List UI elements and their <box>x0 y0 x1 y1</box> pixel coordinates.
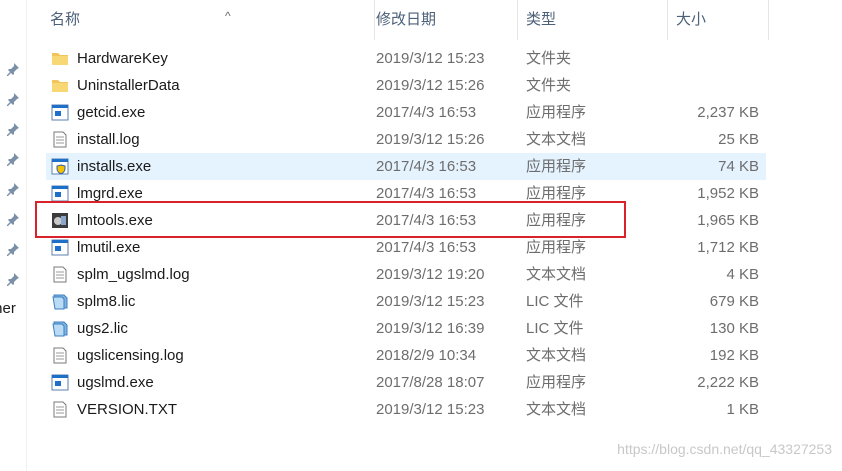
column-header-modified-label: 修改日期 <box>376 11 437 28</box>
pin-icon[interactable] <box>6 152 20 166</box>
file-name: install.log <box>77 131 140 148</box>
text-file-icon <box>51 401 69 418</box>
file-type: 文件夹 <box>526 77 572 94</box>
column-header-row: 名称 ^ 修改日期 类型 大小 <box>26 0 842 40</box>
file-row[interactable]: UninstallerData 2019/3/12 15:26 文件夹 <box>46 72 766 99</box>
file-date-modified: 2019/3/12 15:23 <box>376 401 485 418</box>
column-header-size[interactable]: 大小 <box>676 0 769 40</box>
file-type: 文件夹 <box>526 50 572 67</box>
text-file-icon <box>51 347 69 364</box>
file-date-modified: 2017/4/3 16:53 <box>376 158 477 175</box>
file-date-modified: 2019/3/12 15:23 <box>376 293 485 310</box>
file-date-modified: 2017/4/3 16:53 <box>376 104 477 121</box>
file-name: ugslmd.exe <box>77 374 154 391</box>
pin-icon[interactable] <box>6 182 20 196</box>
file-row[interactable]: getcid.exe 2017/4/3 16:53 应用程序 2,237 KB <box>46 99 766 126</box>
file-date-modified: 2018/2/9 10:34 <box>376 347 477 364</box>
file-type: 应用程序 <box>526 239 587 256</box>
file-size: 1,965 KB <box>697 212 759 229</box>
file-explorer: ther 名称 ^ 修改日期 类型 大小 HardwareKey 2019/3/1… <box>0 0 842 471</box>
column-header-name[interactable]: 名称 ^ <box>50 0 375 40</box>
file-row[interactable]: ugs2.lic 2019/3/12 16:39 LIC 文件 130 KB <box>46 315 766 342</box>
file-name: splm8.lic <box>77 293 136 310</box>
file-name: ugs2.lic <box>77 320 128 337</box>
file-row[interactable]: ugslmd.exe 2017/8/28 18:07 应用程序 2,222 KB <box>46 369 766 396</box>
file-date-modified: 2019/3/12 16:39 <box>376 320 485 337</box>
file-row[interactable]: installs.exe 2017/4/3 16:53 应用程序 74 KB <box>46 153 766 180</box>
lic-file-icon <box>51 293 69 310</box>
column-header-type[interactable]: 类型 <box>526 0 668 40</box>
file-name: HardwareKey <box>77 50 168 67</box>
pin-icon[interactable] <box>6 212 20 226</box>
file-name: splm_ugslmd.log <box>77 266 190 283</box>
file-row[interactable]: splm_ugslmd.log 2019/3/12 19:20 文本文档 4 KB <box>46 261 766 288</box>
annotation-highlight-box <box>35 201 626 238</box>
file-row[interactable]: splm8.lic 2019/3/12 15:23 LIC 文件 679 KB <box>46 288 766 315</box>
file-name: installs.exe <box>77 158 152 175</box>
file-size: 1 KB <box>726 401 759 418</box>
file-type: LIC 文件 <box>526 320 584 337</box>
exe-icon <box>51 374 69 391</box>
sort-ascending-icon: ^ <box>225 9 231 23</box>
file-row[interactable]: ugslicensing.log 2018/2/9 10:34 文本文档 192 KB <box>46 342 766 369</box>
file-row[interactable]: HardwareKey 2019/3/12 15:23 文件夹 <box>46 45 766 72</box>
shield-exe-icon <box>51 158 69 175</box>
column-header-name-label: 名称 <box>50 11 81 28</box>
file-size: 4 KB <box>726 266 759 283</box>
file-size: 679 KB <box>709 293 759 310</box>
file-row[interactable]: install.log 2019/3/12 15:26 文本文档 25 KB <box>46 126 766 153</box>
file-type: 文本文档 <box>526 131 587 148</box>
file-row[interactable]: lmutil.exe 2017/4/3 16:53 应用程序 1,712 KB <box>46 234 766 261</box>
file-date-modified: 2017/8/28 18:07 <box>376 374 485 391</box>
file-type: 文本文档 <box>526 401 587 418</box>
navigation-pane <box>0 0 27 471</box>
file-size: 25 KB <box>718 131 759 148</box>
file-name: UninstallerData <box>77 77 180 94</box>
file-type: 应用程序 <box>526 374 587 391</box>
pin-icon[interactable] <box>6 62 20 76</box>
text-file-icon <box>51 266 69 283</box>
file-date-modified: 2019/3/12 15:26 <box>376 77 485 94</box>
file-name: ugslicensing.log <box>77 347 184 364</box>
exe-icon <box>51 239 69 256</box>
nav-item-truncated[interactable]: ther <box>0 300 16 317</box>
file-type: 文本文档 <box>526 266 587 283</box>
file-name: VERSION.TXT <box>77 401 178 418</box>
column-header-type-label: 类型 <box>526 11 557 28</box>
exe-icon <box>51 104 69 121</box>
folder-icon <box>51 50 69 67</box>
watermark: https://blog.csdn.net/qq_43327253 <box>617 441 832 457</box>
file-date-modified: 2019/3/12 15:23 <box>376 50 485 67</box>
file-size: 1,952 KB <box>697 185 759 202</box>
file-size: 130 KB <box>709 320 759 337</box>
pin-icon[interactable] <box>6 92 20 106</box>
file-size: 2,237 KB <box>697 104 759 121</box>
file-type: LIC 文件 <box>526 293 584 310</box>
pin-icon[interactable] <box>6 272 20 286</box>
file-size: 2,222 KB <box>697 374 759 391</box>
file-date-modified: 2017/4/3 16:53 <box>376 239 477 256</box>
file-date-modified: 2019/3/12 15:26 <box>376 131 485 148</box>
file-size: 1,712 KB <box>697 239 759 256</box>
lic-file-icon <box>51 320 69 337</box>
file-row[interactable]: VERSION.TXT 2019/3/12 15:23 文本文档 1 KB <box>46 396 766 423</box>
folder-icon <box>51 77 69 94</box>
file-name: lmutil.exe <box>77 239 141 256</box>
file-type: 应用程序 <box>526 104 587 121</box>
file-type: 文本文档 <box>526 347 587 364</box>
file-type: 应用程序 <box>526 158 587 175</box>
column-header-modified[interactable]: 修改日期 <box>376 0 518 40</box>
pin-icon[interactable] <box>6 242 20 256</box>
file-name: getcid.exe <box>77 104 146 121</box>
column-header-size-label: 大小 <box>676 11 707 28</box>
file-size: 192 KB <box>709 347 759 364</box>
pin-icon[interactable] <box>6 122 20 136</box>
file-date-modified: 2019/3/12 19:20 <box>376 266 485 283</box>
text-file-icon <box>51 131 69 148</box>
exe-icon <box>51 185 69 202</box>
file-size: 74 KB <box>718 158 759 175</box>
